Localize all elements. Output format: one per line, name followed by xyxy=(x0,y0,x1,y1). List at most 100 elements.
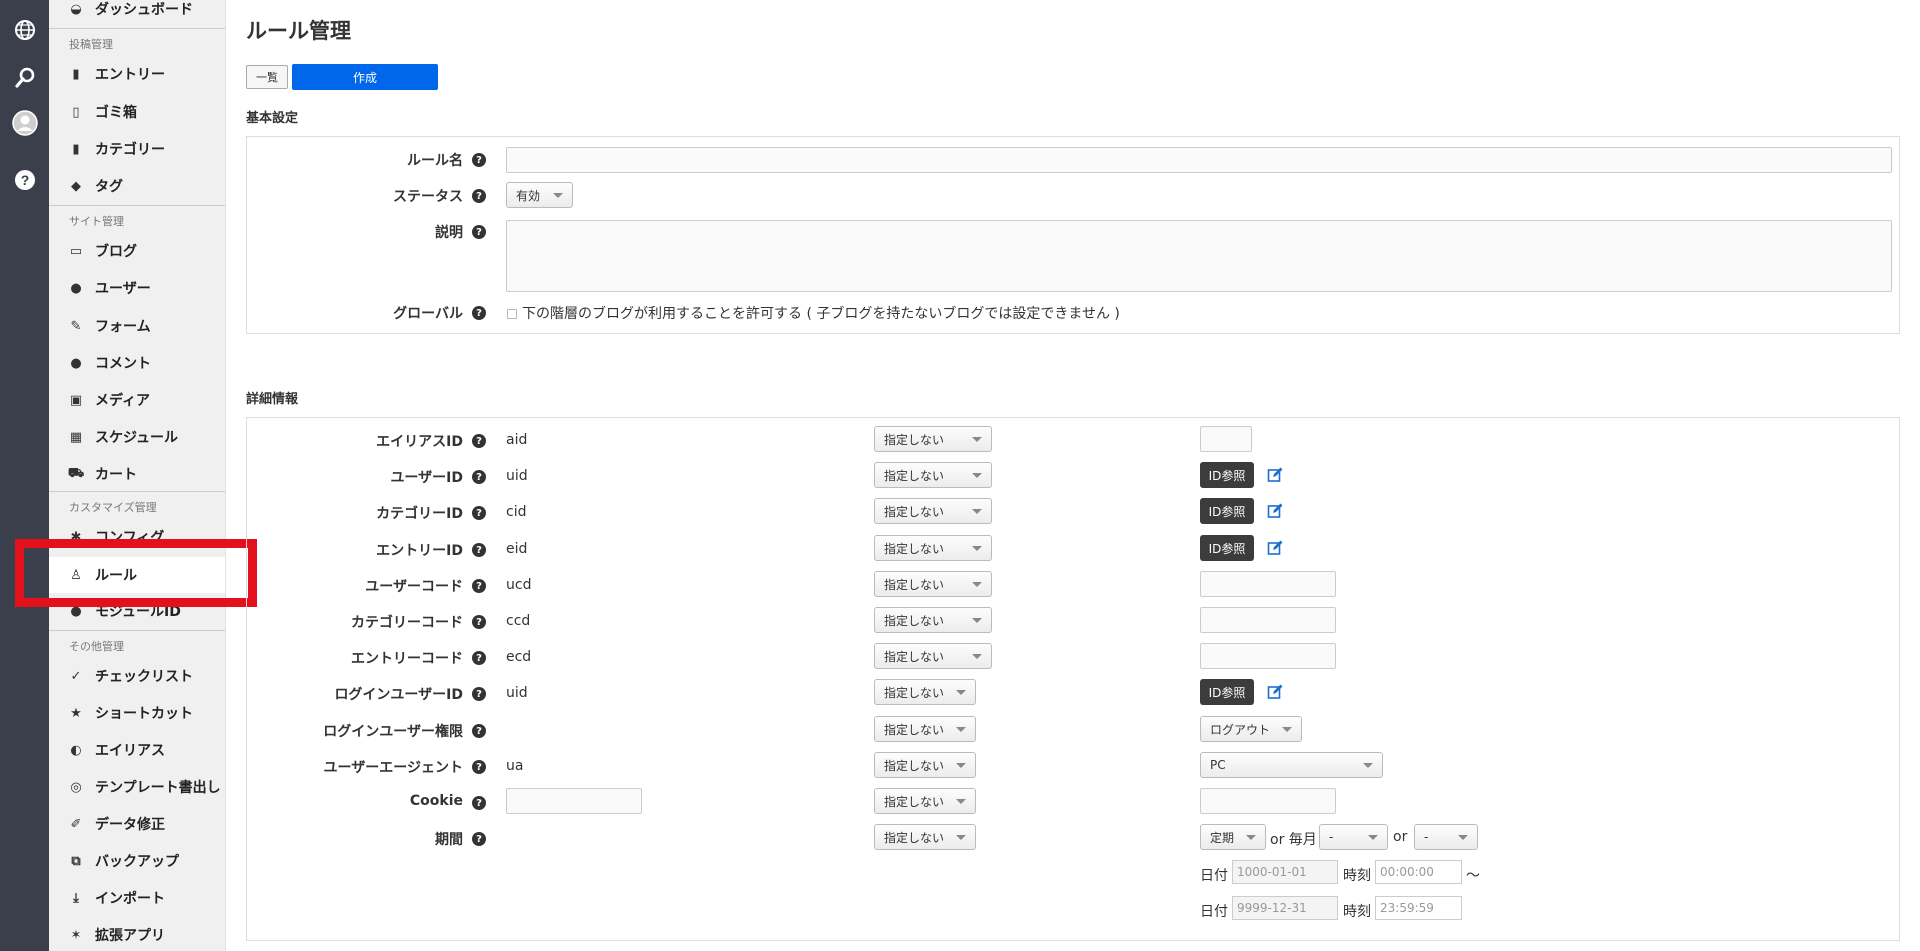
sidebar-item-alias[interactable]: ◐ エイリアス xyxy=(49,735,225,765)
sidebar-item-backup[interactable]: ⧉ バックアップ xyxy=(49,846,225,876)
help-icon[interactable]: ? xyxy=(12,167,38,193)
help-icon[interactable]: ? xyxy=(472,651,486,665)
code-input[interactable] xyxy=(1200,607,1336,633)
star-icon: ★ xyxy=(70,705,82,721)
global-checkbox[interactable] xyxy=(507,309,517,319)
sidebar-item-blog[interactable]: ▭ ブログ xyxy=(49,236,225,266)
match-select[interactable]: 指定しない xyxy=(874,716,976,742)
sidebar-item-extension[interactable]: ✶ 拡張アプリ xyxy=(49,920,225,950)
help-icon[interactable]: ? xyxy=(472,724,486,738)
list-button[interactable]: 一覧 xyxy=(246,65,288,89)
match-select[interactable]: 指定しない xyxy=(874,643,992,669)
match-select[interactable]: 指定しない xyxy=(874,607,992,633)
help-icon[interactable]: ? xyxy=(472,543,486,557)
sidebar-item-tag[interactable]: ◆ タグ xyxy=(49,171,225,201)
help-icon[interactable]: ? xyxy=(472,615,486,629)
start-time-input[interactable]: 00:00:00 xyxy=(1375,860,1462,884)
global-label: グローバル xyxy=(393,306,463,322)
param-name: ua xyxy=(506,758,524,774)
section-title-basic: 基本設定 xyxy=(246,111,299,126)
sidebar-item-user[interactable]: ● ユーザー xyxy=(49,273,225,303)
match-select[interactable]: 指定しない xyxy=(874,679,976,705)
match-select[interactable]: 指定しない xyxy=(874,426,992,452)
code-input[interactable] xyxy=(1200,571,1336,597)
or-text: or xyxy=(1393,829,1408,845)
avatar[interactable] xyxy=(12,110,38,136)
edit-icon[interactable] xyxy=(1267,684,1283,700)
edit-icon[interactable] xyxy=(1267,540,1283,556)
sidebar-item-dashboard[interactable]: ◒ ダッシュボード xyxy=(49,0,225,24)
id-reference-button[interactable]: ID参照 xyxy=(1200,535,1254,561)
edit-icon[interactable] xyxy=(1267,467,1283,483)
cart-icon: ⛟ xyxy=(67,465,85,481)
description-textarea[interactable] xyxy=(506,220,1892,292)
match-select[interactable]: 指定しない xyxy=(874,752,976,778)
help-icon[interactable]: ? xyxy=(472,434,486,448)
alias-id-input[interactable] xyxy=(1200,426,1252,452)
start-date-input[interactable]: 1000-01-01 xyxy=(1232,860,1338,884)
edit-icon[interactable] xyxy=(1267,503,1283,519)
chevron-down-icon xyxy=(972,473,982,478)
help-icon[interactable]: ? xyxy=(472,687,486,701)
day-select[interactable]: - xyxy=(1414,824,1478,850)
sidebar-item-trash[interactable]: ▯ ゴミ箱 xyxy=(49,97,225,127)
sidebar-item-data-fix[interactable]: ✐ データ修正 xyxy=(49,809,225,839)
media-icon: ▣ xyxy=(69,392,83,408)
status-select[interactable]: 有効 xyxy=(506,182,573,208)
match-select[interactable]: 指定しない xyxy=(874,824,976,850)
help-icon[interactable]: ? xyxy=(472,225,486,239)
alias-icon: ◐ xyxy=(70,742,82,758)
id-reference-button[interactable]: ID参照 xyxy=(1200,498,1254,524)
help-icon[interactable]: ? xyxy=(472,153,486,167)
sidebar-item-shortcut[interactable]: ★ ショートカット xyxy=(49,698,225,728)
help-icon[interactable]: ? xyxy=(472,760,486,774)
user-agent-select[interactable]: PC xyxy=(1200,752,1383,778)
export-icon: ◎ xyxy=(70,779,82,795)
param-name: eid xyxy=(506,541,528,557)
date-label: 日付 xyxy=(1200,904,1228,920)
code-input[interactable] xyxy=(1200,643,1336,669)
param-name: ucd xyxy=(506,577,532,593)
sidebar-item-schedule[interactable]: ▦ スケジュール xyxy=(49,422,225,452)
cookie-name-input[interactable] xyxy=(506,788,642,814)
sidebar-item-cart[interactable]: ⛟ カート xyxy=(49,459,225,489)
period-type-select[interactable]: 定期 xyxy=(1200,824,1266,850)
document-icon: ▮ xyxy=(72,66,80,82)
create-button[interactable]: 作成 xyxy=(292,64,438,90)
id-reference-button[interactable]: ID参照 xyxy=(1200,462,1254,488)
sidebar-item-template-export[interactable]: ◎ テンプレート書出し xyxy=(49,772,225,802)
chevron-down-icon xyxy=(956,727,966,732)
rule-name-input[interactable] xyxy=(506,147,1892,173)
globe-icon[interactable] xyxy=(12,17,38,43)
login-auth-select[interactable]: ログアウト xyxy=(1200,716,1302,742)
match-select[interactable]: 指定しない xyxy=(874,462,992,488)
sidebar-item-form[interactable]: ✎ フォーム xyxy=(49,311,225,341)
sidebar-item-category[interactable]: ▮ カテゴリー xyxy=(49,134,225,164)
help-icon[interactable]: ? xyxy=(472,832,486,846)
help-icon[interactable]: ? xyxy=(472,796,486,810)
match-select[interactable]: 指定しない xyxy=(874,571,992,597)
sidebar-item-comment[interactable]: ● コメント xyxy=(49,348,225,378)
match-select[interactable]: 指定しない xyxy=(874,788,976,814)
help-icon[interactable]: ? xyxy=(472,470,486,484)
help-icon[interactable]: ? xyxy=(472,579,486,593)
help-icon[interactable]: ? xyxy=(472,506,486,520)
code-input[interactable] xyxy=(1200,788,1336,814)
end-time-input[interactable]: 23:59:59 xyxy=(1375,896,1462,920)
end-date-input[interactable]: 9999-12-31 xyxy=(1232,896,1338,920)
check-icon: ✓ xyxy=(70,668,82,684)
chevron-down-icon xyxy=(972,437,982,442)
help-icon[interactable]: ? xyxy=(472,189,486,203)
match-select[interactable]: 指定しない xyxy=(874,498,992,524)
month-select[interactable]: - xyxy=(1319,824,1388,850)
basic-settings-panel: ルール名 ? ステータス ? 有効 説明 ? グローバル ? 下の階層のブログが… xyxy=(246,136,1900,334)
id-reference-button[interactable]: ID参照 xyxy=(1200,679,1254,705)
sidebar-item-media[interactable]: ▣ メディア xyxy=(49,385,225,415)
icon-rail: ? xyxy=(0,0,49,951)
search-icon[interactable] xyxy=(12,65,38,91)
sidebar-item-checklist[interactable]: ✓ チェックリスト xyxy=(49,661,225,691)
sidebar-item-entry[interactable]: ▮ エントリー xyxy=(49,59,225,89)
help-icon[interactable]: ? xyxy=(472,306,486,320)
sidebar-item-import[interactable]: ⤓ インポート xyxy=(49,883,225,913)
match-select[interactable]: 指定しない xyxy=(874,535,992,561)
